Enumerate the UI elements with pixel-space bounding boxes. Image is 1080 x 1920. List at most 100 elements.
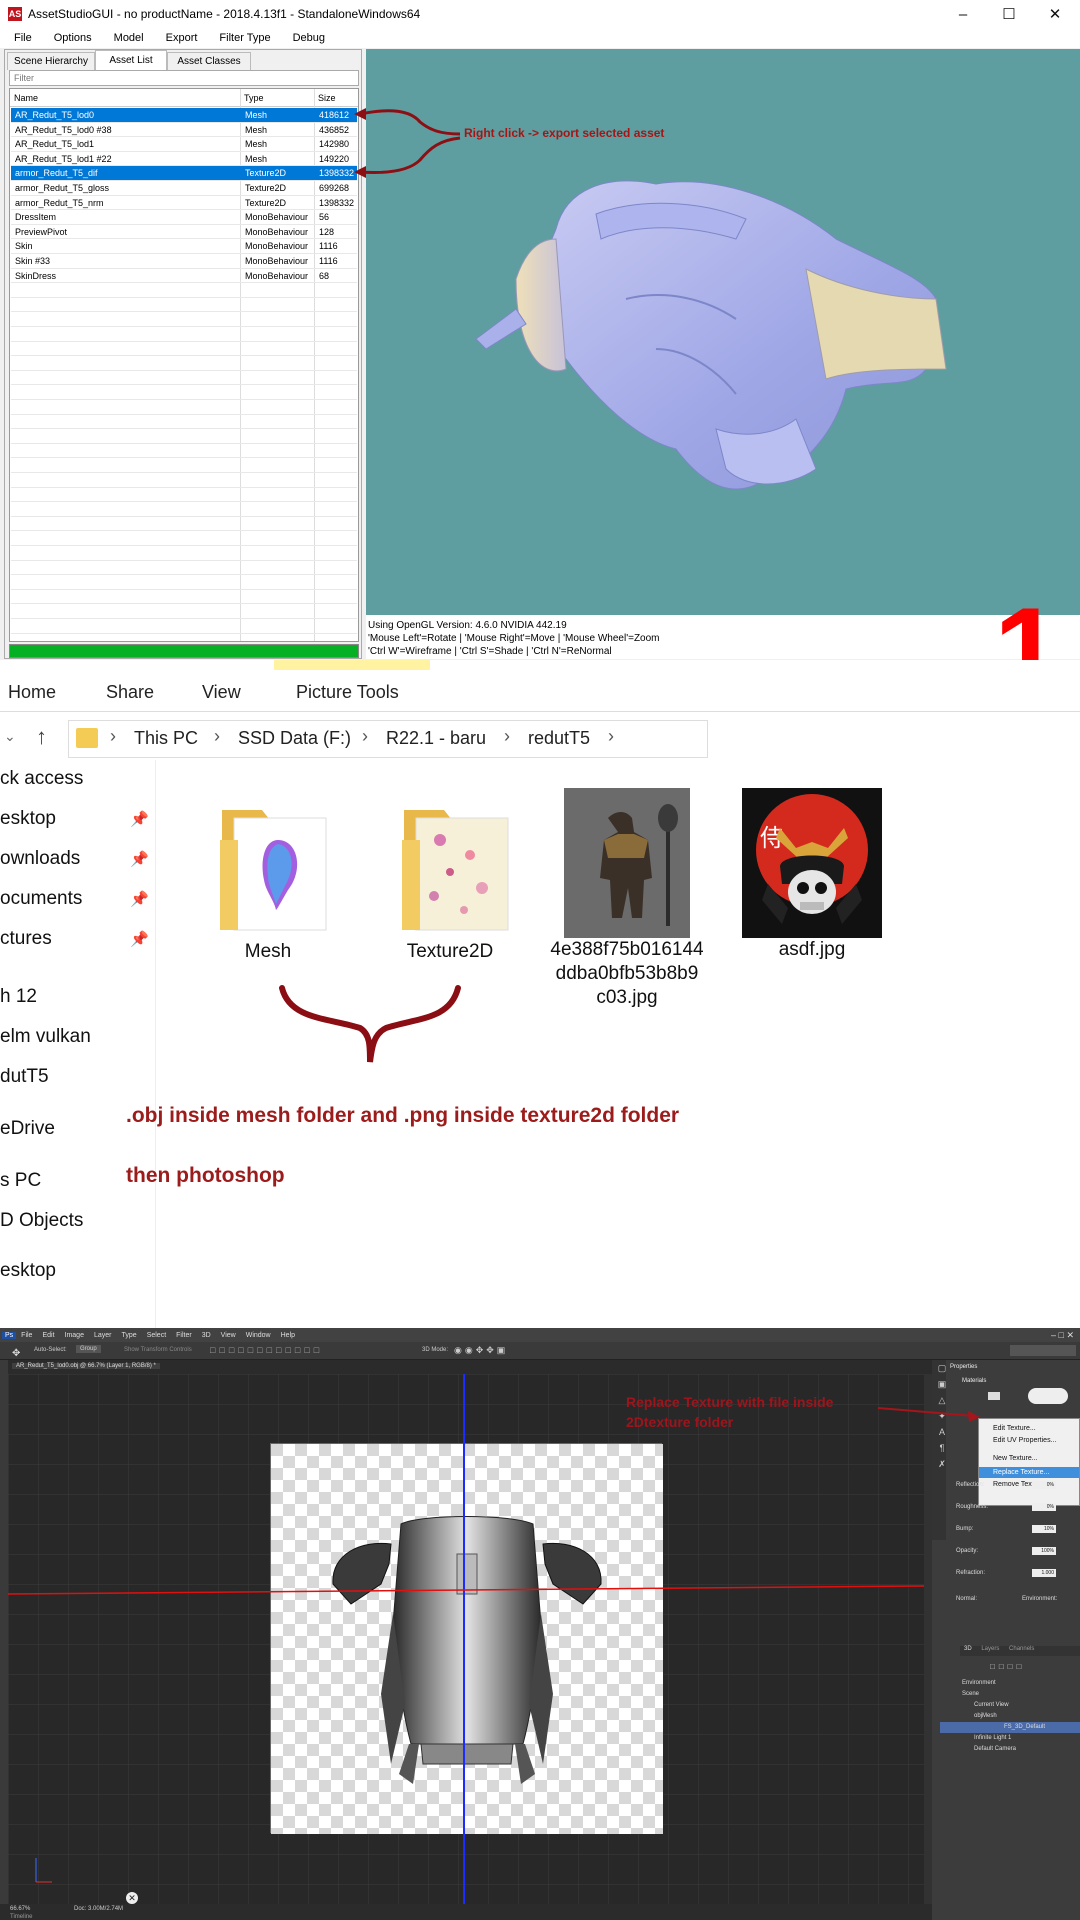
column-type[interactable]: Type xyxy=(244,93,314,103)
menu-file[interactable]: File xyxy=(0,32,40,44)
nav-desktop[interactable]: esktop xyxy=(0,808,56,830)
nav-quick-access[interactable]: ck access xyxy=(0,768,83,790)
close-circle-icon[interactable]: ✕ xyxy=(126,1892,138,1904)
nav-folder-h12[interactable]: h 12 xyxy=(0,986,37,1008)
table-row[interactable]: AR_Redut_T5_lod0 #38 Mesh 436852 xyxy=(11,123,357,138)
move-tool-icon[interactable]: ✥ xyxy=(12,1348,20,1359)
workspace-dropdown[interactable] xyxy=(1010,1345,1076,1356)
menu-edit-texture[interactable]: Edit Texture... xyxy=(993,1423,1079,1434)
group-dropdown[interactable]: Group xyxy=(76,1345,101,1353)
ps-toolbar[interactable] xyxy=(0,1360,8,1920)
material-sphere[interactable] xyxy=(1028,1388,1068,1404)
table-row[interactable]: AR_Redut_T5_lod0 Mesh 418612 xyxy=(11,108,357,123)
menu-edit-uv-properties[interactable]: Edit UV Properties... xyxy=(993,1435,1079,1446)
prop-roughness-field[interactable]: 0% xyxy=(1032,1503,1056,1511)
table-row[interactable]: Skin #33 MonoBehaviour 1116 xyxy=(11,254,357,269)
table-row[interactable]: DressItem MonoBehaviour 56 xyxy=(11,210,357,225)
layer-infinite-light[interactable]: Infinite Light 1 xyxy=(940,1733,1080,1744)
diffuse-swatch[interactable] xyxy=(988,1392,1000,1400)
layer-fs3d-default[interactable]: FS_3D_Default xyxy=(940,1722,1080,1733)
table-row[interactable]: armor_Redut_T5_gloss Texture2D 699268 xyxy=(11,181,357,196)
table-row[interactable]: armor_Redut_T5_nrm Texture2D 1398332 xyxy=(11,196,357,211)
ps-menu-file[interactable]: File xyxy=(16,1332,37,1339)
ps-menu-help[interactable]: Help xyxy=(276,1332,300,1339)
table-row[interactable]: Skin MonoBehaviour 1116 xyxy=(11,239,357,254)
tab-scene-hierarchy[interactable]: Scene Hierarchy xyxy=(7,52,95,70)
nav-documents[interactable]: ocuments xyxy=(0,888,82,910)
prop-refraction-field[interactable]: 1.000 xyxy=(1032,1569,1056,1577)
nav-onedrive[interactable]: eDrive xyxy=(0,1118,55,1140)
tab-asset-list[interactable]: Asset List xyxy=(95,50,167,70)
tab-channels[interactable]: Channels xyxy=(1005,1646,1038,1652)
nav-pictures[interactable]: ctures xyxy=(0,928,52,950)
prop-bump-field[interactable]: 10% xyxy=(1032,1525,1056,1533)
table-row[interactable]: armor_Redut_T5_dif Texture2D 1398332 xyxy=(11,166,357,181)
ps-menu-edit[interactable]: Edit xyxy=(37,1332,59,1339)
tab-asset-classes[interactable]: Asset Classes xyxy=(167,52,251,70)
ps-menu-layer[interactable]: Layer xyxy=(89,1332,117,1339)
layer-objmesh[interactable]: objMesh xyxy=(940,1711,1080,1722)
tab-view[interactable]: View xyxy=(202,682,241,703)
ps-menu-3d[interactable]: 3D xyxy=(197,1332,216,1339)
maximize-button[interactable]: ☐ xyxy=(986,0,1032,28)
file-item-texture2d[interactable]: Texture2D xyxy=(382,800,518,964)
chevron-down-icon[interactable]: ⌄ xyxy=(4,728,16,745)
table-row[interactable]: PreviewPivot MonoBehaviour 128 xyxy=(11,225,357,240)
show-transform-checkbox[interactable]: Show Transform Controls xyxy=(124,1347,192,1353)
nav-downloads[interactable]: ownloads xyxy=(0,848,80,870)
layer-environment[interactable]: Environment xyxy=(940,1678,1080,1689)
nav-this-pc[interactable]: s PC xyxy=(0,1170,41,1192)
align-icons[interactable]: □□□□□□□□□□□□ xyxy=(210,1345,323,1355)
zoom-level[interactable]: 66.67% xyxy=(10,1906,30,1912)
nav-3d-objects[interactable]: D Objects xyxy=(0,1210,83,1232)
tab-picture-tools[interactable]: Picture Tools xyxy=(296,682,399,703)
up-arrow-icon[interactable]: ↑ xyxy=(36,724,47,750)
layer-default-camera[interactable]: Default Camera xyxy=(940,1744,1080,1755)
file-item-mesh[interactable]: Mesh xyxy=(200,800,336,964)
menu-new-texture[interactable]: New Texture... xyxy=(993,1453,1079,1464)
layer-scene[interactable]: Scene xyxy=(940,1689,1080,1700)
file-item-asdf-jpg[interactable]: 侍 asdf.jpg xyxy=(728,788,896,962)
auto-select-checkbox[interactable]: Auto-Select: xyxy=(34,1347,67,1353)
table-row[interactable]: SkinDress MonoBehaviour 68 xyxy=(11,269,357,284)
prop-opacity-field[interactable]: 100% xyxy=(1032,1547,1056,1555)
nav-desktop-2[interactable]: esktop xyxy=(0,1260,56,1282)
breadcrumb-r22[interactable]: R22.1 - baru xyxy=(386,728,486,749)
close-button[interactable]: ✕ xyxy=(1032,0,1078,28)
menu-debug[interactable]: Debug xyxy=(279,32,333,44)
menu-export[interactable]: Export xyxy=(152,32,206,44)
menu-replace-texture[interactable]: Replace Texture... xyxy=(979,1467,1079,1478)
table-row[interactable]: AR_Redut_T5_lod1 #22 Mesh 149220 xyxy=(11,152,357,167)
tool-icons-column[interactable]: ▢ ▣ △ ✦ A ¶ ✗ xyxy=(936,1360,948,1510)
breadcrumb-this-pc[interactable]: This PC xyxy=(134,728,198,749)
layer-current-view[interactable]: Current View xyxy=(940,1700,1080,1711)
prop-reflection-field[interactable]: 0% xyxy=(1032,1481,1056,1489)
nav-folder-vulkan[interactable]: elm vulkan xyxy=(0,1026,91,1048)
ps-menu-view[interactable]: View xyxy=(216,1332,241,1339)
tab-share[interactable]: Share xyxy=(106,682,154,703)
menu-options[interactable]: Options xyxy=(40,32,100,44)
nav-folder-redutt5[interactable]: dutT5 xyxy=(0,1066,49,1088)
ps-menu-image[interactable]: Image xyxy=(60,1332,89,1339)
column-name[interactable]: Name xyxy=(14,93,196,103)
breadcrumb-ssd-data[interactable]: SSD Data (F:) xyxy=(238,728,351,749)
tab-home[interactable]: Home xyxy=(8,682,56,703)
ps-menu-filter[interactable]: Filter xyxy=(171,1332,197,1339)
table-row[interactable]: AR_Redut_T5_lod1 Mesh 142980 xyxy=(11,137,357,152)
tab-layers[interactable]: Layers xyxy=(977,1646,1003,1652)
tab-3d[interactable]: 3D xyxy=(960,1646,976,1652)
menu-filter-type[interactable]: Filter Type xyxy=(205,32,278,44)
3d-mode-icons[interactable]: ◉◉✥✥▣ xyxy=(454,1345,508,1356)
ps-window-controls[interactable]: – □ ✕ xyxy=(1046,1330,1080,1341)
ps-menu-window[interactable]: Window xyxy=(241,1332,276,1339)
menu-model[interactable]: Model xyxy=(100,32,152,44)
3d-filter-icons[interactable]: □□□□ xyxy=(990,1662,1025,1671)
filter-input[interactable]: Filter xyxy=(9,70,359,86)
breadcrumb-redutt5[interactable]: redutT5 xyxy=(528,728,590,749)
ps-menu-select[interactable]: Select xyxy=(142,1332,171,1339)
ps-menu-type[interactable]: Type xyxy=(117,1332,142,1339)
minimize-button[interactable]: – xyxy=(940,0,986,28)
timeline-label[interactable]: Timeline xyxy=(10,1914,32,1920)
file-item-jpg-1[interactable]: 4e388f75b016144 ddba0bfb53b8b9 c03.jpg xyxy=(548,788,706,1010)
ps-doc-tab[interactable]: AR_Redut_T5_lod0.obj @ 66.7% (Layer 1, R… xyxy=(12,1363,160,1369)
